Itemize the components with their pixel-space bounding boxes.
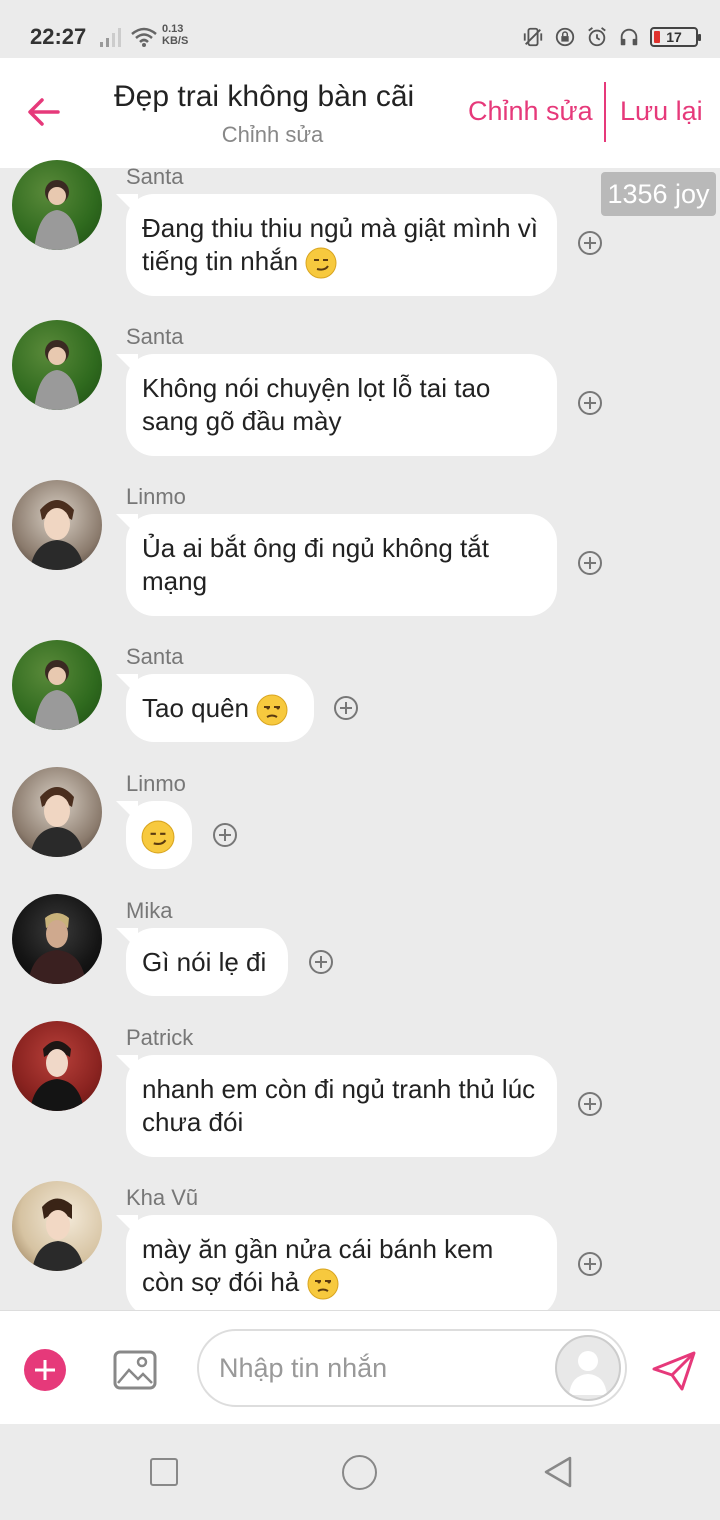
add-reaction-button[interactable] — [578, 551, 602, 575]
add-reaction-button[interactable] — [309, 950, 333, 974]
edit-button[interactable]: Chỉnh sửa — [468, 96, 593, 127]
image-icon[interactable] — [112, 1347, 158, 1393]
avatar[interactable] — [12, 160, 102, 250]
message-input[interactable]: Nhập tin nhắn — [197, 1329, 627, 1407]
message-text: Không nói chuyện lọt lỗ tai tao sang gõ … — [142, 373, 491, 436]
sender-name: Kha Vũ — [126, 1185, 199, 1210]
system-nav-bar — [0, 1424, 720, 1520]
avatar[interactable] — [12, 1181, 102, 1271]
avatar[interactable] — [12, 767, 102, 857]
add-reaction-button[interactable] — [578, 231, 602, 255]
sender-name: Linmo — [126, 484, 186, 509]
vibrate-icon — [523, 27, 543, 47]
save-button[interactable]: Lưu lại — [620, 96, 703, 127]
message-text: Tao quên — [142, 693, 249, 723]
network-speed-unit: KB/S — [162, 35, 189, 47]
message-bubble[interactable]: Ủa ai bắt ông đi ngủ không tắt mạng — [126, 514, 557, 616]
add-reaction-button[interactable] — [578, 391, 602, 415]
header-divider — [604, 82, 606, 142]
headphones-icon — [620, 28, 638, 46]
alarm-icon — [588, 27, 606, 47]
message-bubble[interactable]: Gì nói lẹ đi — [126, 928, 288, 996]
add-reaction-button[interactable] — [213, 823, 237, 847]
message-bubble[interactable]: mày ăn gần nửa cái bánh kem còn sợ đói h… — [126, 1215, 557, 1317]
wifi-icon — [131, 27, 157, 47]
add-reaction-button[interactable] — [578, 1092, 602, 1116]
add-attachment-button[interactable] — [24, 1349, 66, 1391]
message-bubble[interactable]: Đang thiu thiu ngủ mà giật mình vì tiếng… — [126, 194, 557, 296]
avatar[interactable] — [12, 320, 102, 410]
avatar[interactable] — [12, 894, 102, 984]
sender-name: Patrick — [126, 1025, 194, 1050]
message-text: Đang thiu thiu ngủ mà giật mình vì tiếng… — [142, 213, 539, 276]
message-bubble[interactable]: Không nói chuyện lọt lỗ tai tao sang gõ … — [126, 354, 557, 456]
smirk-emoji-icon — [141, 820, 175, 854]
lock-rotation-icon — [555, 27, 575, 47]
chat-header: Đẹp trai không bàn cãi Chỉnh sửa Chỉnh s… — [0, 58, 720, 168]
avatar[interactable] — [12, 1021, 102, 1111]
unamused-emoji-icon — [256, 694, 288, 726]
recent-apps-icon[interactable] — [150, 1458, 178, 1486]
message-text: Ủa ai bắt ông đi ngủ không tắt mạng — [142, 533, 489, 596]
send-icon[interactable] — [650, 1349, 698, 1393]
user-avatar-placeholder[interactable] — [555, 1335, 621, 1401]
avatar[interactable] — [12, 480, 102, 570]
message-input-placeholder: Nhập tin nhắn — [219, 1353, 388, 1383]
battery-level: 17 — [666, 29, 682, 45]
message-text: nhanh em còn đi ngủ tranh thủ lúc chưa đ… — [142, 1074, 536, 1137]
chat-title: Đẹp trai không bàn cãi — [114, 80, 415, 113]
chat-subtitle: Chỉnh sửa — [221, 122, 324, 147]
sender-name: Mika — [126, 898, 173, 923]
sender-name: Santa — [126, 644, 184, 669]
battery-icon: 17 — [650, 27, 701, 47]
unamused-emoji-icon — [307, 1268, 338, 1300]
message-input-bar: Nhập tin nhắn — [0, 1310, 720, 1425]
home-icon[interactable] — [342, 1455, 377, 1490]
message-bubble[interactable] — [126, 801, 192, 869]
message-bubble[interactable]: Tao quên — [126, 674, 314, 742]
add-reaction-button[interactable] — [334, 696, 358, 720]
sender-name: Santa — [126, 164, 184, 189]
signal-icon — [100, 28, 121, 47]
status-bar: 22:27 0.13 KB/S 17 — [0, 0, 720, 58]
message-text: Gì nói lẹ đi — [142, 947, 267, 977]
joy-badge: 1356 joy — [601, 172, 716, 216]
network-speed: 0.13 KB/S — [162, 23, 188, 47]
nav-back-icon[interactable] — [540, 1454, 576, 1490]
message-bubble[interactable]: nhanh em còn đi ngủ tranh thủ lúc chưa đ… — [126, 1055, 557, 1157]
network-speed-value: 0.13 — [162, 23, 184, 35]
add-reaction-button[interactable] — [578, 1252, 602, 1276]
sender-name: Linmo — [126, 771, 186, 796]
sender-name: Santa — [126, 324, 184, 349]
smirk-emoji-icon — [305, 247, 337, 279]
status-time: 22:27 — [30, 24, 87, 49]
avatar[interactable] — [12, 640, 102, 730]
